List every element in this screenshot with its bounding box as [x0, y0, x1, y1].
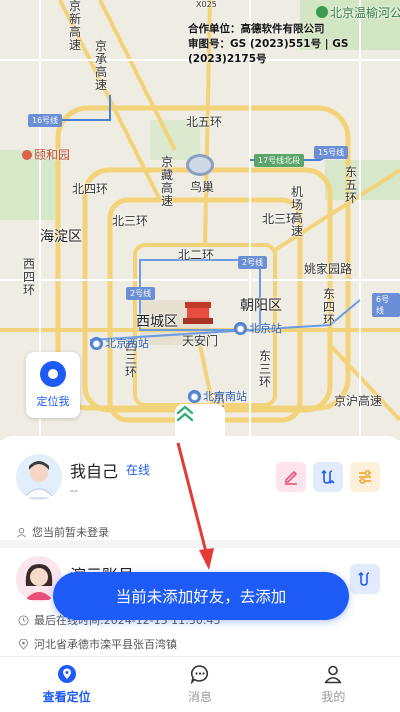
subway-beijingzhan: ● 北京站 — [234, 320, 282, 336]
sliders-icon — [359, 470, 371, 484]
subway-beijingxi: ● 北京西站 — [90, 335, 149, 351]
map-label-dongsanhuan: 东三环 — [258, 349, 271, 389]
tab-messages[interactable]: 消息 — [133, 657, 266, 712]
map-label-beiwuhuan: 北五环 — [186, 115, 223, 129]
clock-icon — [18, 614, 29, 626]
stadium-icon — [186, 154, 214, 176]
tab-view-location[interactable]: 查看定位 — [0, 657, 133, 712]
map-label-jinghu: 京沪高速 — [334, 394, 383, 408]
map-label-jingzang: 京藏高速 — [160, 155, 173, 208]
edit-button[interactable] — [276, 462, 306, 492]
map-label-jichang: 机场高速 — [290, 185, 303, 238]
train-icon: ● — [188, 389, 201, 403]
location-pin-icon — [57, 665, 76, 683]
map-label-jingxin: 京新高速 — [68, 0, 81, 52]
train-icon: ● — [90, 336, 103, 350]
map-marker-x025: X025 — [196, 0, 217, 9]
map-label-chaoyang: 朝阳区 — [240, 298, 282, 314]
location-outline-icon — [18, 638, 29, 650]
poi-pin-icon — [22, 150, 32, 160]
map-label-xicheng: 西城区 — [136, 314, 178, 330]
tab-mine[interactable]: 我的 — [267, 657, 400, 712]
locate-icon — [40, 361, 66, 387]
locate-me-label: 定位我 — [36, 395, 70, 408]
double-chevron-up-icon — [176, 405, 194, 422]
user-outline-icon — [16, 527, 27, 538]
park-icon — [316, 6, 328, 18]
avatar-person-icon — [16, 454, 62, 500]
map-label-beisihuan: 北四环 — [72, 182, 109, 196]
contacts-sheet: 我自己 在线 -- 您当前暂未登录 最后在线时间:2024-12-13 11:3… — [0, 436, 400, 656]
contact-coords: -- — [70, 484, 78, 497]
map-label-tiananmen: 天安门 — [182, 334, 219, 348]
subway-beijingnan: ● 北京南站 — [188, 388, 247, 404]
badge-line-17: 17号线北段 — [254, 154, 305, 167]
map-label-park: 北京温榆河公园 — [316, 4, 400, 21]
map-poi-niaochao: 鸟巢 — [190, 180, 215, 194]
map-label-haidian: 海淀区 — [40, 229, 82, 245]
route-icon — [358, 571, 370, 586]
contact-name: 我自己 — [70, 462, 119, 481]
avatar — [16, 454, 62, 500]
login-note: 您当前暂未登录 — [16, 524, 109, 540]
person-icon — [325, 665, 342, 684]
contact-address: 河北省承德市滦平县张百湾镇 — [18, 636, 177, 652]
map-label-beisanhuan-left: 北三环 — [112, 214, 149, 228]
badge-line-15: 15号线 — [314, 146, 349, 159]
badge-line-2-b: 2号线 — [126, 287, 156, 300]
badge-line-2-a: 2号线 — [238, 256, 268, 269]
route-icon — [321, 469, 335, 484]
attribution-line-1: 合作单位：高德软件有限公司 — [188, 23, 325, 35]
map-label-yaojiayuan: 姚家园路 — [304, 262, 353, 276]
map-label-dongwuhuan: 东五环 — [344, 165, 357, 205]
tab-label: 消息 — [187, 690, 212, 704]
map-view[interactable]: 合作单位：高德软件有限公司 审图号：GS (2023)551号 | GS (20… — [0, 0, 400, 440]
train-icon: ● — [234, 321, 247, 335]
attribution-line-2: 审图号：GS (2023)551号 | GS (2023)2175号 — [188, 38, 349, 65]
tab-label: 我的 — [321, 690, 346, 704]
track-button[interactable] — [350, 564, 380, 594]
bottom-tab-bar: 查看定位 消息 我的 — [0, 656, 400, 712]
map-label-dongsihuan: 东四环 — [322, 287, 335, 327]
pencil-icon — [285, 470, 298, 485]
map-label-beierhuan: 北二环 — [178, 248, 215, 262]
badge-line-16: 16号线 — [28, 114, 63, 127]
tab-label: 查看定位 — [42, 690, 91, 704]
settings-button[interactable] — [350, 462, 380, 492]
track-button[interactable] — [313, 462, 343, 492]
map-poi-yiheyuan: 颐和园 — [22, 146, 70, 163]
map-attribution: 合作单位：高德软件有限公司 审图号：GS (2023)551号 | GS (20… — [188, 22, 400, 67]
tiananmen-icon — [183, 302, 213, 326]
online-status: 在线 — [126, 463, 151, 477]
expand-sheet-button[interactable] — [175, 404, 225, 438]
chat-bubble-icon — [190, 665, 209, 684]
locate-me-button[interactable]: 定位我 — [26, 352, 80, 418]
map-label-jingcheng: 京承高速 — [94, 39, 107, 92]
contact-card-self[interactable]: 我自己 在线 -- 您当前暂未登录 — [14, 452, 386, 552]
card-divider — [0, 540, 400, 548]
map-label-xisihuan: 西四环 — [22, 257, 35, 297]
add-friend-toast[interactable]: 当前未添加好友，去添加 — [53, 572, 349, 620]
badge-line-6: 6号线 — [372, 293, 400, 317]
